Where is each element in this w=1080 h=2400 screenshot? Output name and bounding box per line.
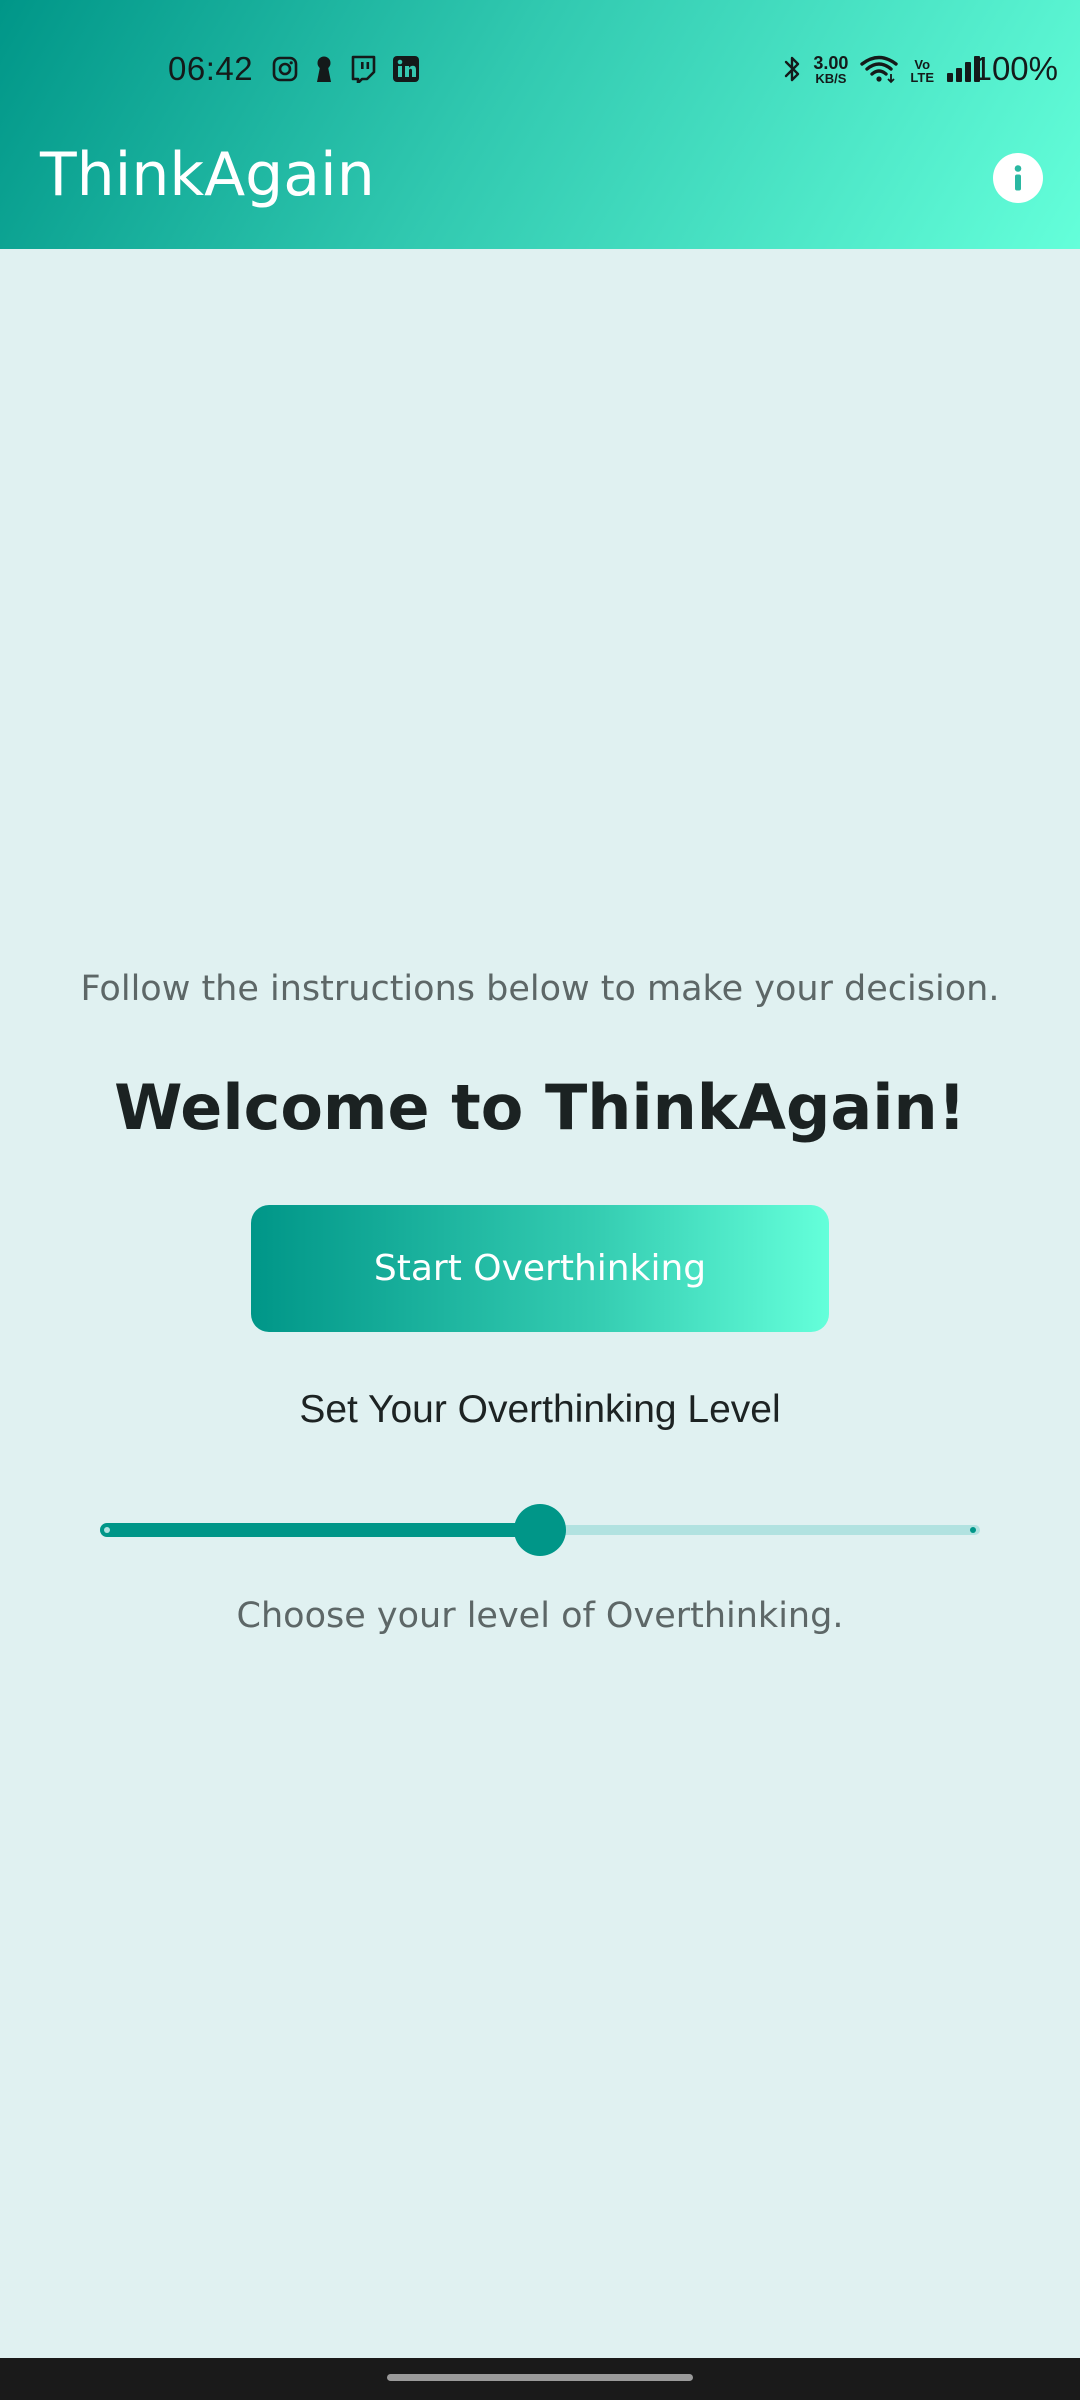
notification-icons (272, 55, 420, 87)
welcome-heading: Welcome to ThinkAgain! (114, 1071, 966, 1144)
slider-tick-end (970, 1527, 976, 1533)
network-speed-value: 3.00 (813, 53, 849, 73)
network-speed: 3.00 KB/S (813, 53, 849, 86)
instagram-icon (272, 56, 298, 86)
status-time: 06:42 (168, 50, 254, 87)
wifi-icon (860, 54, 899, 88)
slider-track-active (100, 1523, 540, 1537)
status-bar: 06:42 3.00 KB/S Vo LTE 100% (0, 40, 1080, 106)
linkedin-icon (392, 55, 420, 87)
battery-level: 100% (973, 50, 1058, 87)
slider-thumb[interactable] (514, 1504, 566, 1556)
bluetooth-icon (783, 54, 801, 88)
keyhole-icon (314, 55, 334, 87)
system-icons: 3.00 KB/S Vo LTE (783, 54, 982, 88)
instruction-text: Follow the instructions below to make yo… (80, 969, 1000, 1009)
twitch-icon (350, 55, 376, 87)
volte-indicator: Vo LTE (910, 58, 934, 84)
overthinking-level-slider[interactable] (100, 1500, 980, 1560)
app-title: ThinkAgain (40, 140, 375, 210)
overthinking-level-caption: Choose your level of Overthinking. (236, 1596, 844, 1636)
app-header: 06:42 3.00 KB/S Vo LTE 100% ThinkAgain (0, 0, 1080, 249)
network-speed-unit: KB/S (815, 71, 847, 86)
overthinking-level-heading: Set Your Overthinking Level (299, 1388, 781, 1431)
navigation-bar (0, 2358, 1080, 2400)
start-overthinking-label: Start Overthinking (373, 1248, 707, 1289)
start-overthinking-button[interactable]: Start Overthinking (251, 1205, 829, 1332)
slider-tick-start (104, 1527, 110, 1533)
volte-bottom: LTE (910, 70, 934, 85)
info-button[interactable] (993, 153, 1043, 203)
home-indicator[interactable] (387, 2374, 693, 2381)
info-icon (1014, 165, 1022, 191)
